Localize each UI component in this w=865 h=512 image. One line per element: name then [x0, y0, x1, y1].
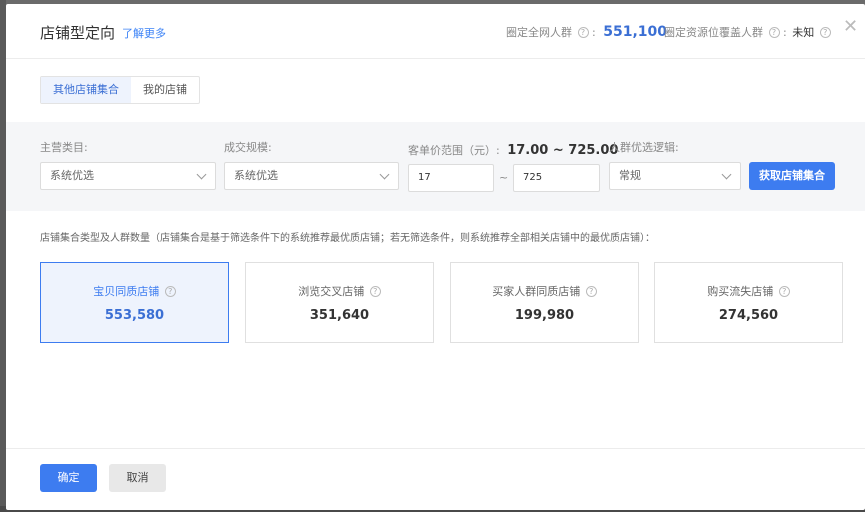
scale-select[interactable]: 系统优选: [224, 162, 399, 190]
dialog-header: 店铺型定向 了解更多 圈定全网人群 ? : 551,100 圈定资源位覆盖人群 …: [6, 4, 865, 59]
help-icon[interactable]: ?: [577, 27, 589, 38]
category-select[interactable]: 系统优选: [40, 162, 216, 190]
fetch-store-set-button[interactable]: 获取店铺集合: [749, 162, 835, 190]
chevron-down-icon: [196, 169, 207, 180]
price-label: 客单价范围（元）: 17.00 ~ 725.00: [408, 142, 618, 158]
price-max-input[interactable]: 725: [513, 164, 600, 192]
cancel-button[interactable]: 取消: [109, 464, 166, 492]
footer-divider: [6, 448, 865, 449]
card-title: 宝贝同质店铺 ?: [41, 283, 228, 299]
chevron-down-icon: [379, 169, 390, 180]
filter-panel: 主营类目: 系统优选 成交规模: 系统优选 客单价范围（元）: 17.00 ~ …: [6, 122, 865, 211]
store-set-tabs: 其他店铺集合 我的店铺: [40, 76, 200, 104]
card-value: 351,640: [309, 308, 370, 323]
close-icon[interactable]: ✕: [843, 18, 858, 36]
coverage-stat: 圈定资源位覆盖人群 ? : 未知 ?: [664, 24, 831, 40]
learn-more-link[interactable]: 了解更多: [122, 25, 166, 41]
store-set-card-item-similar[interactable]: 宝贝同质店铺 ? 553,580: [40, 262, 229, 343]
store-targeting-dialog: 店铺型定向 了解更多 圈定全网人群 ? : 551,100 圈定资源位覆盖人群 …: [6, 4, 865, 510]
logic-label: 人群优选逻辑:: [609, 141, 679, 154]
confirm-button[interactable]: 确定: [40, 464, 97, 492]
store-set-card-browse-cross[interactable]: 浏览交叉店铺 ? 351,640: [245, 262, 434, 343]
help-icon[interactable]: ?: [778, 286, 790, 297]
store-set-card-purchase-lost[interactable]: 购买流失店铺 ? 274,560: [654, 262, 843, 343]
dialog-title: 店铺型定向: [40, 24, 116, 42]
price-label-text: 客单价范围（元）:: [408, 144, 500, 157]
store-set-card-buyer-similar[interactable]: 买家人群同质店铺 ? 199,980: [450, 262, 639, 343]
card-title: 浏览交叉店铺 ?: [246, 283, 433, 299]
help-icon[interactable]: ?: [819, 27, 831, 38]
chevron-down-icon: [721, 169, 732, 180]
tab-other-stores[interactable]: 其他店铺集合: [41, 77, 131, 103]
card-value: 274,560: [718, 308, 779, 323]
help-icon[interactable]: ?: [585, 286, 597, 297]
category-label: 主营类目:: [40, 141, 88, 154]
logic-select-value: 常规: [619, 169, 641, 182]
crowd-label: 圈定全网人群: [506, 26, 572, 39]
coverage-label: 圈定资源位覆盖人群: [664, 26, 763, 39]
tab-my-stores[interactable]: 我的店铺: [131, 77, 199, 103]
help-icon[interactable]: ?: [369, 286, 381, 297]
scale-label: 成交规模:: [224, 141, 272, 154]
card-value: 199,980: [514, 308, 575, 323]
crowd-value: 551,100: [603, 24, 667, 40]
card-value: 553,580: [104, 308, 165, 323]
help-icon[interactable]: ?: [768, 27, 780, 38]
card-title: 买家人群同质店铺 ?: [451, 283, 638, 299]
price-range-value: 17.00 ~ 725.00: [507, 143, 619, 158]
logic-select[interactable]: 常规: [609, 162, 741, 190]
store-set-description: 店铺集合类型及人群数量（店铺集合是基于筛选条件下的系统推荐最优质店铺；若无筛选条…: [40, 233, 655, 244]
price-min-input[interactable]: 17: [408, 164, 494, 192]
help-icon[interactable]: ?: [164, 286, 176, 297]
coverage-value: 未知: [792, 26, 815, 39]
scale-select-value: 系统优选: [234, 169, 278, 182]
price-separator: ~: [499, 171, 509, 184]
card-title: 购买流失店铺 ?: [655, 283, 842, 299]
category-select-value: 系统优选: [50, 169, 94, 182]
crowd-stat: 圈定全网人群 ? : 551,100: [506, 24, 667, 40]
